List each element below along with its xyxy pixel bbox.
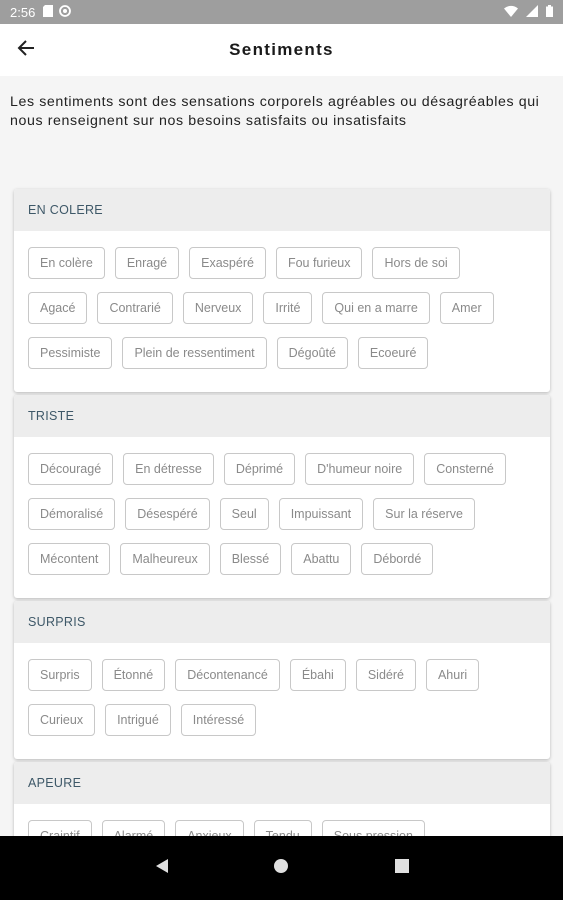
feeling-chip[interactable]: Sous pression [321,820,425,836]
feeling-chip[interactable]: Abattu [291,543,352,575]
feeling-chip[interactable]: Anxieux [175,820,244,836]
feeling-chip[interactable]: Étonné [101,659,166,691]
back-button[interactable] [0,24,52,76]
feeling-chip[interactable]: Décontenancé [175,659,280,691]
feeling-chip[interactable]: Plein de ressentiment [122,337,267,369]
feeling-chip[interactable]: Consterné [424,453,506,485]
nav-recents-icon [395,858,409,878]
chip-group: Surpris Étonné Décontenancé Ébahi Sidéré… [14,643,550,759]
feeling-chip[interactable]: Surpris [28,659,92,691]
section-header[interactable]: APEURE [14,762,550,804]
feeling-chip[interactable]: Découragé [28,453,114,485]
sd-card-icon [43,4,54,20]
feeling-chip[interactable]: Enragé [114,247,180,279]
feeling-chip[interactable]: Exaspéré [189,247,266,279]
feeling-chip[interactable]: Sidéré [355,659,416,691]
feeling-chip[interactable]: Mécontent [28,543,111,575]
feeling-chip[interactable]: Nerveux [182,292,254,324]
nav-back-button[interactable] [150,856,174,880]
feeling-chip[interactable]: Craintif [28,820,92,836]
nav-home-icon [273,858,289,879]
feeling-chip[interactable]: Désespéré [125,498,210,530]
feeling-chip[interactable]: En détresse [123,453,214,485]
feeling-chip[interactable]: Blessé [219,543,282,575]
feeling-chip[interactable]: Dégoûté [276,337,348,369]
feeling-chip[interactable]: Ecoeuré [357,337,429,369]
feeling-chip[interactable]: Malheureux [120,543,210,575]
feeling-chip[interactable]: Hors de soi [372,247,460,279]
section-header[interactable]: SURPRIS [14,601,550,643]
feeling-chip[interactable]: Tendu [253,820,312,836]
content-scroll[interactable]: Les sentiments sont des sensations corpo… [0,76,563,836]
feeling-chip[interactable]: Seul [219,498,269,530]
arrow-left-icon [17,39,35,62]
feeling-chip[interactable]: Fou furieux [275,247,363,279]
feeling-chip[interactable]: Débordé [361,543,434,575]
section-header[interactable]: EN COLERE [14,189,550,231]
page-title: Sentiments [229,40,334,59]
section-triste: TRISTE Découragé En détresse Déprimé D'h… [14,395,550,598]
feeling-chip[interactable]: Pessimiste [28,337,113,369]
system-nav-bar [0,836,563,900]
section-header[interactable]: TRISTE [14,395,550,437]
feeling-chip[interactable]: Intrigué [105,704,171,736]
nav-recents-button[interactable] [390,856,414,880]
feeling-chip[interactable]: Curieux [28,704,96,736]
feeling-chip[interactable]: Agacé [28,292,88,324]
feeling-chip[interactable]: Impuissant [278,498,364,530]
section-en-colere: EN COLERE En colère Enragé Exaspéré Fou … [14,189,550,392]
feeling-chip[interactable]: Ahuri [425,659,480,691]
feeling-chip[interactable]: Déprimé [223,453,296,485]
feeling-chip[interactable]: Ébahi [289,659,346,691]
status-time: 2:56 [10,4,36,20]
feeling-chip[interactable]: Irrité [263,292,313,324]
feeling-chip[interactable]: Amer [439,292,494,324]
feeling-chip[interactable]: Qui en a marre [322,292,430,324]
chip-group: En colère Enragé Exaspéré Fou furieux Ho… [14,231,550,392]
chip-group: Craintif Alarmé Anxieux Tendu Sous press… [14,804,550,836]
feeling-chip[interactable]: En colère [28,247,105,279]
battery-icon [546,4,553,20]
feeling-chip[interactable]: D'humeur noire [305,453,415,485]
app-bar: Sentiments [0,24,563,76]
feeling-chip[interactable]: Démoralisé [28,498,116,530]
signal-icon [526,4,538,20]
feeling-chip[interactable]: Alarmé [101,820,166,836]
section-surpris: SURPRIS Surpris Étonné Décontenancé Ébah… [14,601,550,759]
notification-icon [59,4,72,20]
nav-back-icon [155,858,169,879]
nav-home-button[interactable] [269,856,293,880]
feeling-chip[interactable]: Intéressé [180,704,257,736]
chip-group: Découragé En détresse Déprimé D'humeur n… [14,437,550,598]
wifi-icon [504,5,518,20]
intro-text: Les sentiments sont des sensations corpo… [10,94,540,129]
status-bar: 2:56 [0,0,563,24]
section-apeure: APEURE Craintif Alarmé Anxieux Tendu Sou… [14,762,550,836]
feeling-chip[interactable]: Sur la réserve [373,498,475,530]
feeling-chip[interactable]: Contrarié [97,292,173,324]
